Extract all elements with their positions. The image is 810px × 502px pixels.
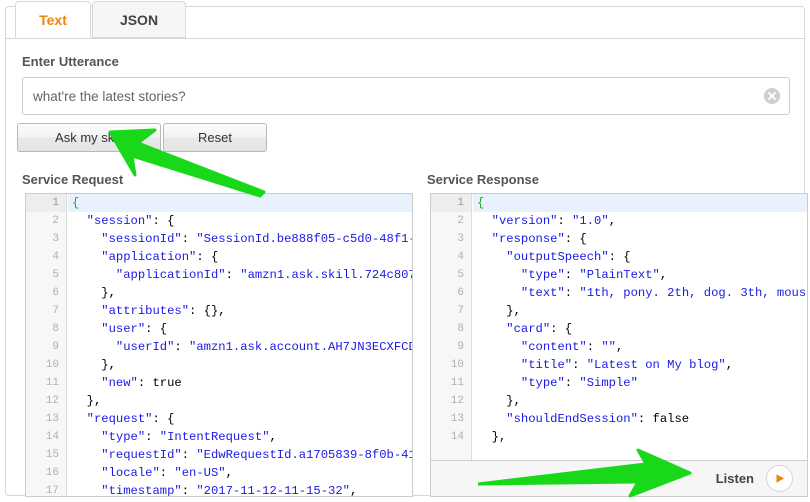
- code-line: "attributes": {},: [101, 304, 226, 318]
- line-number: 14: [45, 431, 59, 443]
- line-number: 17: [45, 485, 59, 497]
- code-line: "applicationId": "amzn1.ask.skill.724c80…: [115, 268, 412, 282]
- line-number: 12: [450, 395, 464, 407]
- line-number: 13: [45, 413, 59, 425]
- code-line: "timestamp": "2017-11-12-11-15-32",: [101, 484, 358, 496]
- code-line: "title": "Latest on My blog",: [520, 358, 734, 372]
- line-number: 16: [45, 467, 59, 479]
- line-number: 11: [450, 377, 464, 389]
- line-number: 3: [52, 233, 59, 245]
- code-line: "content": "",: [520, 340, 624, 354]
- play-triangle-icon[interactable]: [766, 465, 793, 492]
- code-line: "shouldEndSession": false: [506, 412, 690, 426]
- request-code-area[interactable]: { "session": { "sessionId": "SessionId.b…: [68, 194, 412, 496]
- code-line: "type": "IntentRequest",: [101, 430, 277, 444]
- service-request-header: Service Request: [22, 172, 124, 187]
- code-line: "version": "1.0",: [491, 214, 617, 228]
- line-number: 15: [45, 449, 59, 461]
- line-number: 9: [52, 341, 59, 353]
- line-number: 4: [52, 251, 59, 263]
- line-number: 7: [457, 305, 464, 317]
- reset-button[interactable]: Reset: [163, 123, 267, 152]
- tab-text-label: Text: [39, 11, 67, 28]
- line-number: 2: [457, 215, 464, 227]
- line-number: 2: [52, 215, 59, 227]
- line-number: 12: [45, 395, 59, 407]
- service-response-header: Service Response: [427, 172, 540, 187]
- code-line: },: [477, 304, 521, 318]
- code-line: },: [477, 394, 521, 408]
- code-line: "card": {: [506, 322, 573, 336]
- service-response-panel[interactable]: 1 2 3 4 5 6 7 8 9 10 11 12 13 14 { "version": "1.0", …: [430, 193, 808, 461]
- code-line: "application": {: [101, 250, 219, 264]
- line-number: 7: [52, 305, 59, 317]
- tab-text[interactable]: Text: [15, 1, 91, 38]
- listen-bar: Listen: [430, 461, 808, 497]
- line-number: 10: [450, 359, 464, 371]
- reset-label: Reset: [198, 130, 232, 145]
- code-line: },: [72, 286, 116, 300]
- line-number: 5: [52, 269, 59, 281]
- clear-circle-x-icon[interactable]: [763, 87, 781, 105]
- code-line: "session": {: [86, 214, 175, 228]
- code-line: "locale": "en-US",: [101, 466, 233, 480]
- code-line: "text": "1th, pony. 2th, dog. 3th, mous: [520, 286, 807, 300]
- line-number: 13: [450, 413, 464, 425]
- service-request-panel[interactable]: 1 2 3 4 5 6 7 8 9 10 11 12 13 14 15 16 17 { "session": {…: [25, 193, 413, 497]
- utterance-input-wrap: [22, 77, 790, 115]
- line-number: 6: [52, 287, 59, 299]
- tab-json[interactable]: JSON: [92, 1, 186, 38]
- code-line: "userId": "amzn1.ask.account.AH7JN3ECXFC…: [115, 340, 412, 354]
- response-line-number-gutter: 1 2 3 4 5 6 7 8 9 10 11 12 13 14: [431, 194, 472, 460]
- code-line: "type": "PlainText",: [520, 268, 668, 282]
- alexa-service-simulator-page: Text JSON Enter Utterance Ask my skill R…: [0, 0, 810, 502]
- code-line: "user": {: [101, 322, 168, 336]
- line-number: 4: [457, 251, 464, 263]
- line-number: 8: [457, 323, 464, 335]
- code-line: },: [72, 394, 102, 408]
- code-line: {: [68, 194, 412, 212]
- line-number: 10: [45, 359, 59, 371]
- code-line: "request": {: [86, 412, 175, 426]
- line-number: 3: [457, 233, 464, 245]
- simulator-card: Text JSON Enter Utterance Ask my skill R…: [5, 1, 808, 497]
- code-line: },: [477, 430, 507, 444]
- request-line-number-gutter: 1 2 3 4 5 6 7 8 9 10 11 12 13 14 15 16 17: [26, 194, 67, 496]
- ask-my-skill-label: Ask my skill: [55, 130, 123, 145]
- utterance-input[interactable]: [23, 78, 758, 114]
- line-number: 11: [45, 377, 59, 389]
- tab-bar: Text JSON: [6, 1, 806, 39]
- line-number: 6: [457, 287, 464, 299]
- code-line: "type": "Simple": [520, 376, 638, 390]
- ask-my-skill-button[interactable]: Ask my skill: [17, 123, 161, 152]
- code-line: },: [72, 358, 116, 372]
- line-number: 8: [52, 323, 59, 335]
- code-line: "requestId": "EdwRequestId.a1705839-8f0b…: [101, 448, 412, 462]
- code-line: "response": {: [491, 232, 587, 246]
- response-code-area[interactable]: { "version": "1.0", "response": { "outpu…: [473, 194, 807, 460]
- line-number: 14: [450, 431, 464, 443]
- code-line: "outputSpeech": {: [506, 250, 631, 264]
- line-number: 9: [457, 341, 464, 353]
- tab-json-label: JSON: [119, 11, 159, 28]
- code-line: {: [473, 194, 807, 212]
- line-number: 1: [26, 194, 66, 212]
- listen-label: Listen: [715, 471, 754, 486]
- line-number: 5: [457, 269, 464, 281]
- enter-utterance-label: Enter Utterance: [22, 54, 119, 69]
- code-line: "new": true: [101, 376, 182, 390]
- line-number: 1: [431, 194, 471, 212]
- code-line: "sessionId": "SessionId.be888f05-c5d0-48…: [101, 232, 412, 246]
